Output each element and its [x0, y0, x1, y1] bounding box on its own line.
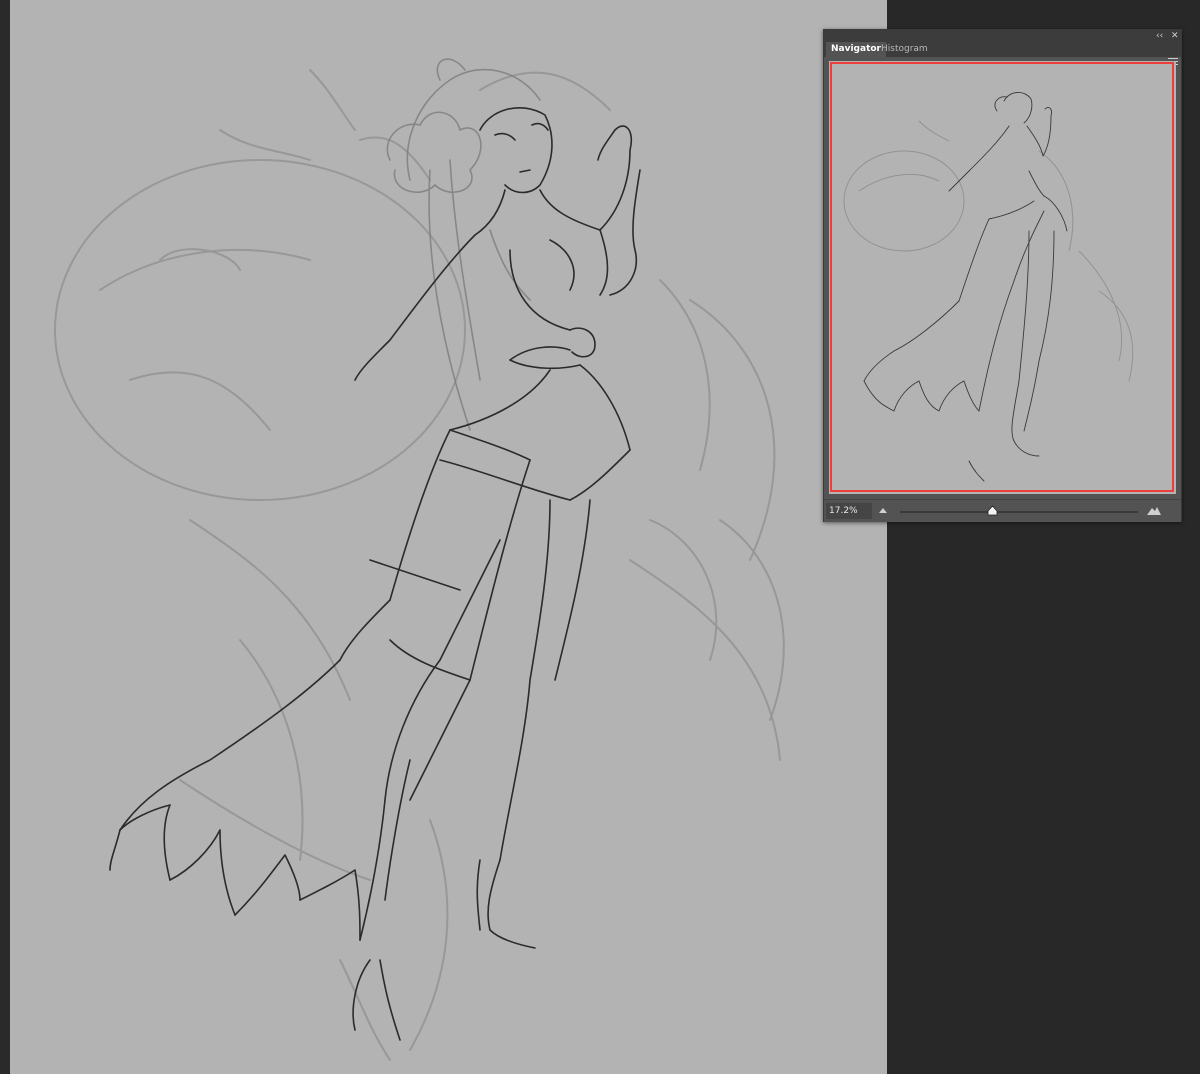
sketch-artwork [54, 58, 785, 1061]
left-gutter [0, 0, 10, 1074]
tab-histogram[interactable]: Histogram [876, 42, 933, 57]
large-mountain-icon[interactable] [1146, 504, 1162, 516]
double-chevron-left-icon[interactable]: ‹‹ [1156, 30, 1163, 42]
panel-tab-bar: Navigator Histogram [824, 42, 1181, 65]
navigator-preview[interactable] [829, 61, 1176, 494]
panel-topbar: ‹‹ ✕ [824, 30, 1181, 42]
zoom-slider-thumb[interactable] [987, 505, 998, 516]
navigator-panel: ‹‹ ✕ Navigator Histogram 17.2% [823, 29, 1182, 522]
close-icon[interactable]: ✕ [1171, 30, 1179, 42]
view-box-indicator[interactable] [830, 62, 1174, 492]
small-mountain-icon[interactable] [878, 505, 888, 515]
navigator-zoom-bar: 17.2% [824, 499, 1181, 522]
zoom-percentage-field[interactable]: 17.2% [826, 503, 872, 519]
document-canvas[interactable] [10, 0, 887, 1074]
zoom-slider-track[interactable] [900, 511, 1138, 513]
